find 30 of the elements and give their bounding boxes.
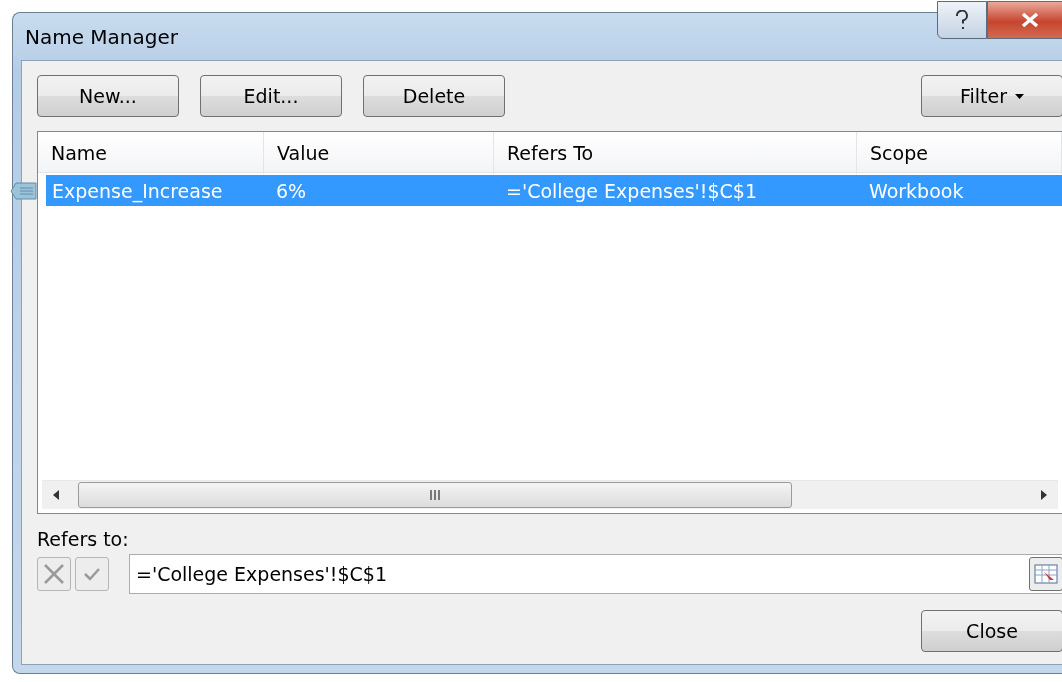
refers-to-label: Refers to:	[37, 528, 130, 550]
caret-icon	[1015, 93, 1025, 99]
filter-button[interactable]: Filter	[921, 75, 1062, 117]
close-button[interactable]: Close	[921, 610, 1062, 652]
toolbar-button[interactable]: Delete	[363, 75, 505, 117]
help-icon	[955, 10, 969, 30]
collapse-dialog-button[interactable]	[1029, 557, 1062, 591]
name-tag-icon	[10, 181, 38, 200]
column-header[interactable]: Scope	[857, 132, 1062, 174]
table-cell-text: 6%	[275, 179, 308, 202]
horizontal-scrollbar[interactable]	[42, 480, 1058, 509]
range-select-icon	[1034, 564, 1058, 584]
left-arrow-icon	[52, 490, 60, 500]
refers-to-field[interactable]: ='College Expenses'!$C$1	[129, 554, 1062, 594]
toolbar-button[interactable]: New...	[37, 75, 179, 117]
close-window-button[interactable]	[987, 1, 1062, 39]
column-header[interactable]: Refers To	[494, 132, 857, 174]
table-cell-text: Expense_Increase	[51, 179, 223, 202]
column-header[interactable]: Name	[38, 132, 264, 174]
grip-icon	[429, 490, 441, 500]
help-button[interactable]	[937, 1, 987, 39]
close-icon	[1020, 12, 1040, 28]
cross-icon	[43, 563, 65, 585]
toolbar-button[interactable]: Edit...	[200, 75, 342, 117]
table-cell-text: ='College Expenses'!$C$1	[505, 179, 758, 202]
checkmark-icon	[83, 567, 101, 581]
window-title: Name Manager	[25, 24, 179, 49]
right-arrow-icon	[1040, 490, 1048, 500]
column-header[interactable]: Value	[264, 132, 494, 174]
table-cell-text: Workbook	[868, 179, 965, 202]
